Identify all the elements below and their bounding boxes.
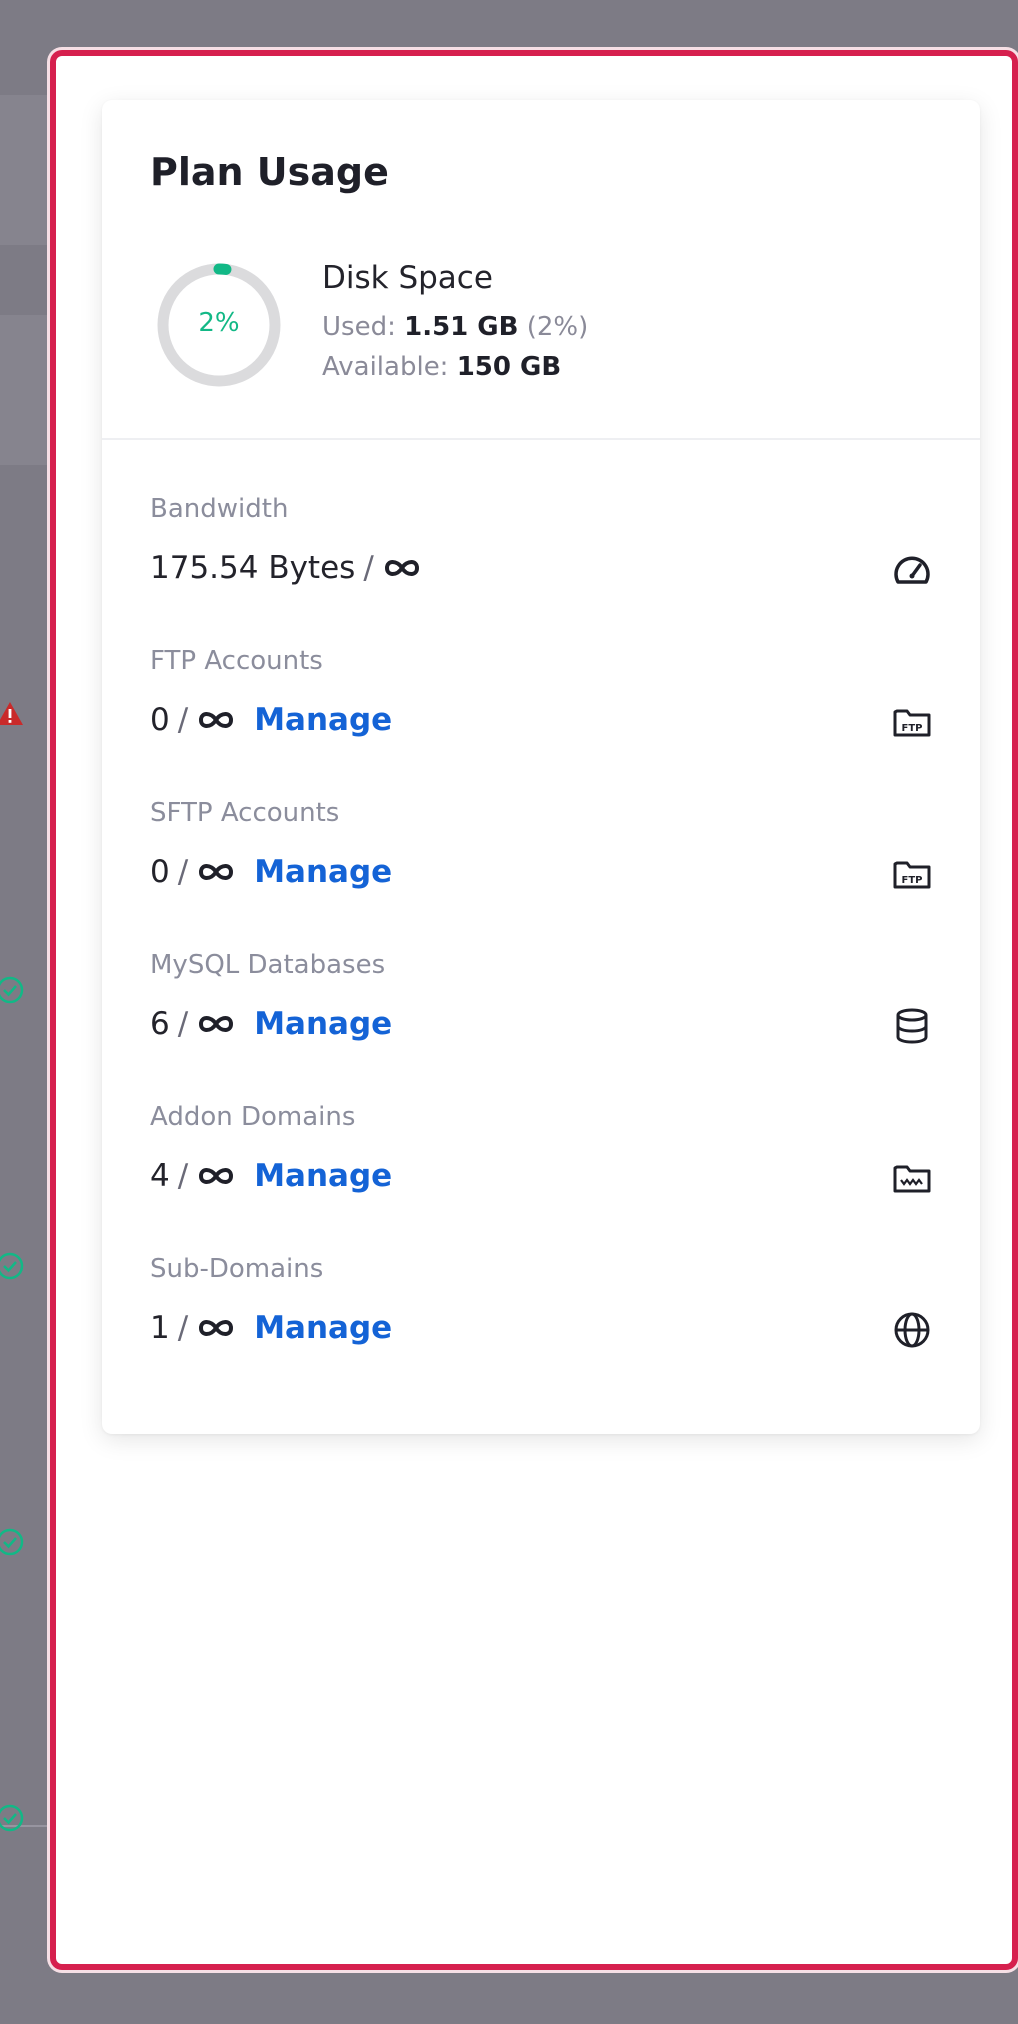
svg-text:FTP: FTP	[902, 723, 923, 734]
ftp-accounts-value: 0	[150, 702, 170, 738]
plan-usage-card: Plan Usage 2% Disk Space Used: 1.51 GB (…	[102, 100, 980, 1434]
bandwidth-value-row: 175.54 Bytes /	[150, 550, 422, 586]
disk-available-value: 150 GB	[456, 352, 562, 382]
section-divider	[102, 438, 980, 440]
sub-domains-value-row: 1 / Manage	[150, 1310, 392, 1346]
globe-icon	[894, 1312, 930, 1348]
disk-available-label: Available:	[322, 352, 449, 382]
svg-text:FTP: FTP	[902, 875, 923, 886]
ftp-accounts-label: FTP Accounts	[150, 646, 323, 676]
disk-used-label: Used:	[322, 312, 396, 342]
sftp-accounts-label: SFTP Accounts	[150, 798, 340, 828]
separator: /	[177, 702, 189, 738]
mysql-databases-value: 6	[150, 1006, 170, 1042]
infinity-icon	[199, 1320, 234, 1336]
bandwidth-value: 175.54 Bytes	[150, 550, 356, 586]
disk-percent-label: 2%	[198, 308, 240, 338]
disk-used-percent: (2%)	[526, 312, 589, 342]
check-circle-icon	[0, 1528, 24, 1556]
sftp-accounts-value: 0	[150, 854, 170, 890]
addon-domains-value: 4	[150, 1158, 170, 1194]
infinity-icon	[199, 712, 234, 728]
domain-folder-icon	[893, 1165, 931, 1193]
bandwidth-label: Bandwidth	[150, 494, 289, 524]
addon-domains-manage-link[interactable]: Manage	[254, 1158, 392, 1194]
sub-domains-value: 1	[150, 1310, 170, 1346]
addon-domains-value-row: 4 / Manage	[150, 1158, 392, 1194]
mysql-databases-label: MySQL Databases	[150, 950, 386, 980]
disk-available-line: Available: 150 GB	[322, 352, 561, 382]
disk-used-value: 1.51 GB	[404, 312, 519, 342]
sftp-accounts-manage-link[interactable]: Manage	[254, 854, 392, 890]
separator: /	[177, 1006, 189, 1042]
separator: /	[177, 1158, 189, 1194]
separator: /	[363, 550, 374, 586]
infinity-icon	[199, 1168, 234, 1184]
disk-space-title: Disk Space	[322, 260, 493, 296]
highlight-overlay: Plan Usage 2% Disk Space Used: 1.51 GB (…	[50, 50, 1018, 1970]
disk-used-line: Used: 1.51 GB (2%)	[322, 312, 588, 342]
warning-icon	[0, 702, 23, 725]
mysql-databases-manage-link[interactable]: Manage	[254, 1006, 392, 1042]
infinity-icon	[384, 560, 419, 576]
gauge-icon	[894, 556, 930, 584]
ftp-accounts-manage-link[interactable]: Manage	[254, 702, 392, 738]
check-circle-icon	[0, 1252, 24, 1280]
check-circle-icon	[0, 976, 24, 1004]
separator: /	[177, 854, 189, 890]
infinity-icon	[199, 864, 234, 880]
sub-domains-label: Sub-Domains	[150, 1254, 324, 1284]
mysql-databases-value-row: 6 / Manage	[150, 1006, 392, 1042]
ftp-folder-icon: FTP	[893, 709, 931, 737]
ftp-folder-icon: FTP	[893, 861, 931, 889]
card-title: Plan Usage	[150, 150, 389, 194]
database-icon	[896, 1008, 928, 1044]
sftp-accounts-value-row: 0 / Manage	[150, 854, 392, 890]
ftp-accounts-value-row: 0 / Manage	[150, 702, 392, 738]
addon-domains-label: Addon Domains	[150, 1102, 356, 1132]
check-circle-icon	[0, 1804, 24, 1832]
separator: /	[177, 1310, 189, 1346]
sub-domains-manage-link[interactable]: Manage	[254, 1310, 392, 1346]
infinity-icon	[199, 1016, 234, 1032]
